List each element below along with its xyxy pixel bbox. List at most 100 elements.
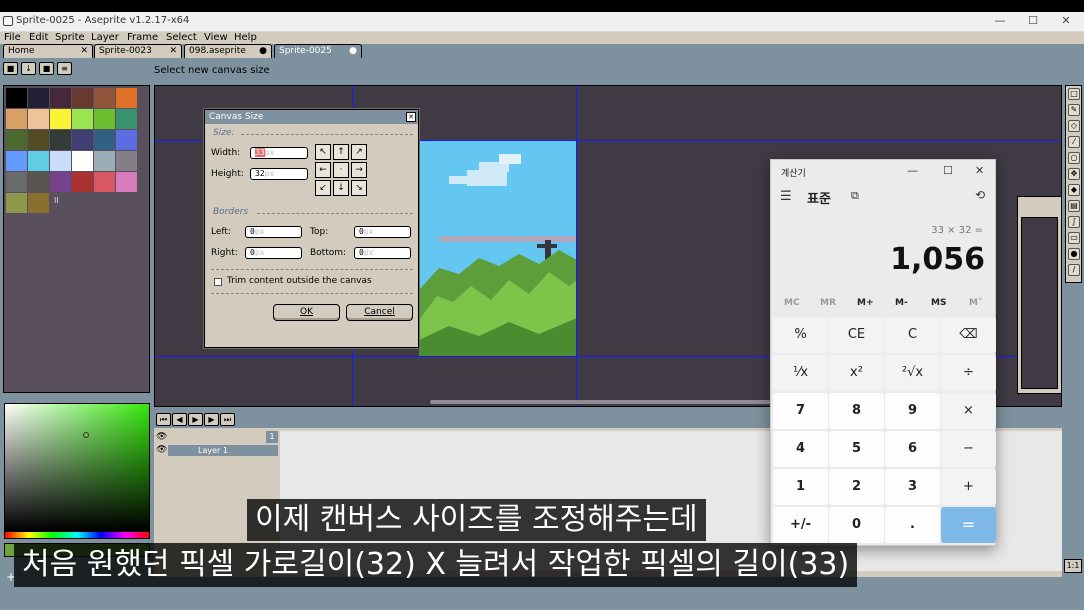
palette-swatch[interactable] <box>94 172 115 192</box>
palette-swatch[interactable] <box>116 130 137 150</box>
keep-on-top-icon[interactable]: ⧉ <box>851 189 859 203</box>
modified-dot-icon[interactable]: ● <box>349 45 357 57</box>
modified-dot-icon[interactable]: ● <box>259 45 267 57</box>
tab-sprite-0023[interactable]: Sprite-0023 ✕ <box>94 44 182 58</box>
sprite-canvas[interactable] <box>419 140 577 356</box>
palette-swatch[interactable] <box>50 130 71 150</box>
gradient-icon[interactable]: ▤ <box>1068 200 1080 212</box>
digit-9-key[interactable]: 9 <box>885 393 940 429</box>
blur-icon[interactable]: / <box>1068 264 1080 276</box>
history-icon[interactable]: ⟲ <box>975 188 985 202</box>
zoom-badge[interactable]: 1:1 <box>1064 559 1082 573</box>
m-plus-button[interactable]: M+ <box>857 298 874 308</box>
layer-row[interactable]: 👁 👁 Layer 1 1 <box>154 431 280 457</box>
hue-slider[interactable] <box>4 531 150 539</box>
subtract-key[interactable]: − <box>941 431 996 467</box>
menu-frame[interactable]: Frame <box>127 32 158 44</box>
calc-close-button[interactable]: ✕ <box>975 164 984 177</box>
digit-4-key[interactable]: 4 <box>773 431 828 467</box>
anchor-right-icon[interactable]: → <box>351 162 367 178</box>
ms-button[interactable]: MS <box>931 298 946 308</box>
menu-select[interactable]: Select <box>166 32 197 44</box>
palette-swatch[interactable] <box>6 130 27 150</box>
square-key[interactable]: x² <box>829 355 884 391</box>
backspace-key[interactable]: ⌫ <box>941 317 996 353</box>
bottom-field[interactable]: 0px <box>354 247 411 259</box>
previous-frame-button[interactable]: ◀ <box>172 413 187 426</box>
ce-key[interactable]: CE <box>829 317 884 353</box>
digit-6-key[interactable]: 6 <box>885 431 940 467</box>
palette-swatch[interactable] <box>50 151 71 171</box>
digit-8-key[interactable]: 8 <box>829 393 884 429</box>
right-field[interactable]: 0px <box>245 247 302 259</box>
sort-icon[interactable]: ↓ <box>21 62 36 75</box>
fill-icon[interactable]: ◆ <box>1068 184 1080 196</box>
palette-swatch[interactable] <box>72 172 93 192</box>
palette-swatch[interactable] <box>94 130 115 150</box>
pencil-icon[interactable]: ✎ <box>1068 104 1080 116</box>
palette-swatch[interactable] <box>116 88 137 108</box>
eye-icon[interactable]: 👁 <box>156 445 167 455</box>
digit-1-key[interactable]: 1 <box>773 469 828 505</box>
options-icon[interactable]: ≡ <box>57 62 72 75</box>
multiply-key[interactable]: × <box>941 393 996 429</box>
add-key[interactable]: + <box>941 469 996 505</box>
marquee-icon[interactable]: □ <box>1068 88 1080 100</box>
eyedropper-icon[interactable]: ⁄ <box>1068 136 1080 148</box>
equals-key[interactable]: = <box>941 507 996 543</box>
menu-sprite[interactable]: Sprite <box>55 32 85 44</box>
palette-swatch[interactable] <box>72 130 93 150</box>
m-minus-button[interactable]: M- <box>895 298 908 308</box>
percent-key[interactable]: % <box>773 317 828 353</box>
hamburger-menu-icon[interactable]: ☰ <box>780 189 792 204</box>
cancel-button[interactable]: Cancel <box>346 304 413 321</box>
curve-icon[interactable]: ∫ <box>1068 216 1080 228</box>
divide-key[interactable]: ÷ <box>941 355 996 391</box>
mc-button[interactable]: MC <box>784 298 800 308</box>
calc-maximize-button[interactable]: ☐ <box>943 164 953 177</box>
tab-098-aseprite[interactable]: 098.aseprite ● <box>184 44 272 58</box>
palette-swatch[interactable] <box>28 88 49 108</box>
left-field[interactable]: 0px <box>245 226 302 238</box>
width-field[interactable]: 33px <box>250 147 308 159</box>
palette-swatch[interactable] <box>28 193 49 213</box>
picker-cursor[interactable] <box>83 432 89 438</box>
palette-swatch[interactable] <box>6 109 27 129</box>
eraser-icon[interactable]: ◇ <box>1068 120 1080 132</box>
digit-3-key[interactable]: 3 <box>885 469 940 505</box>
menu-edit[interactable]: Edit <box>29 32 48 44</box>
anchor-center-icon[interactable]: · <box>333 162 349 178</box>
top-field[interactable]: 0px <box>354 226 411 238</box>
palette-swatch[interactable] <box>50 88 71 108</box>
anchor-bottom-right-icon[interactable]: ↘ <box>351 180 367 196</box>
trim-checkbox[interactable] <box>214 278 222 286</box>
memory-list-button[interactable]: M˅ <box>969 298 982 308</box>
height-field[interactable]: 32px <box>250 168 308 180</box>
palette-swatch[interactable] <box>50 172 71 192</box>
palette-swatch[interactable] <box>116 151 137 171</box>
palette-swatch[interactable] <box>6 172 27 192</box>
palette-swatch[interactable] <box>6 88 27 108</box>
minimize-button[interactable]: — <box>985 14 1015 30</box>
contour-icon[interactable]: ● <box>1068 248 1080 260</box>
palette-swatch[interactable] <box>28 109 49 129</box>
anchor-left-icon[interactable]: ← <box>315 162 331 178</box>
palette-swatch[interactable] <box>116 109 137 129</box>
lock-icon[interactable]: ■ <box>3 62 18 75</box>
tab-sprite-0025[interactable]: Sprite-0025 ● <box>274 44 362 58</box>
menu-file[interactable]: File <box>4 32 21 44</box>
digit-0-key[interactable]: 0 <box>829 507 884 543</box>
palette-swatch[interactable] <box>94 109 115 129</box>
close-button[interactable]: ✕ <box>1051 14 1081 30</box>
presets-icon[interactable]: ■ <box>39 62 54 75</box>
anchor-bottom-icon[interactable]: ↓ <box>333 180 349 196</box>
play-button[interactable]: ▶ <box>188 413 203 426</box>
palette-swatch[interactable] <box>72 88 93 108</box>
palette-swatch[interactable] <box>6 151 27 171</box>
menu-view[interactable]: View <box>204 32 228 44</box>
palette-swatch[interactable] <box>28 151 49 171</box>
tab-home[interactable]: Home ✕ <box>3 44 93 58</box>
move-icon[interactable]: ✥ <box>1068 168 1080 180</box>
first-frame-button[interactable]: ⏮ <box>156 413 171 426</box>
last-frame-button[interactable]: ⏭ <box>220 413 235 426</box>
